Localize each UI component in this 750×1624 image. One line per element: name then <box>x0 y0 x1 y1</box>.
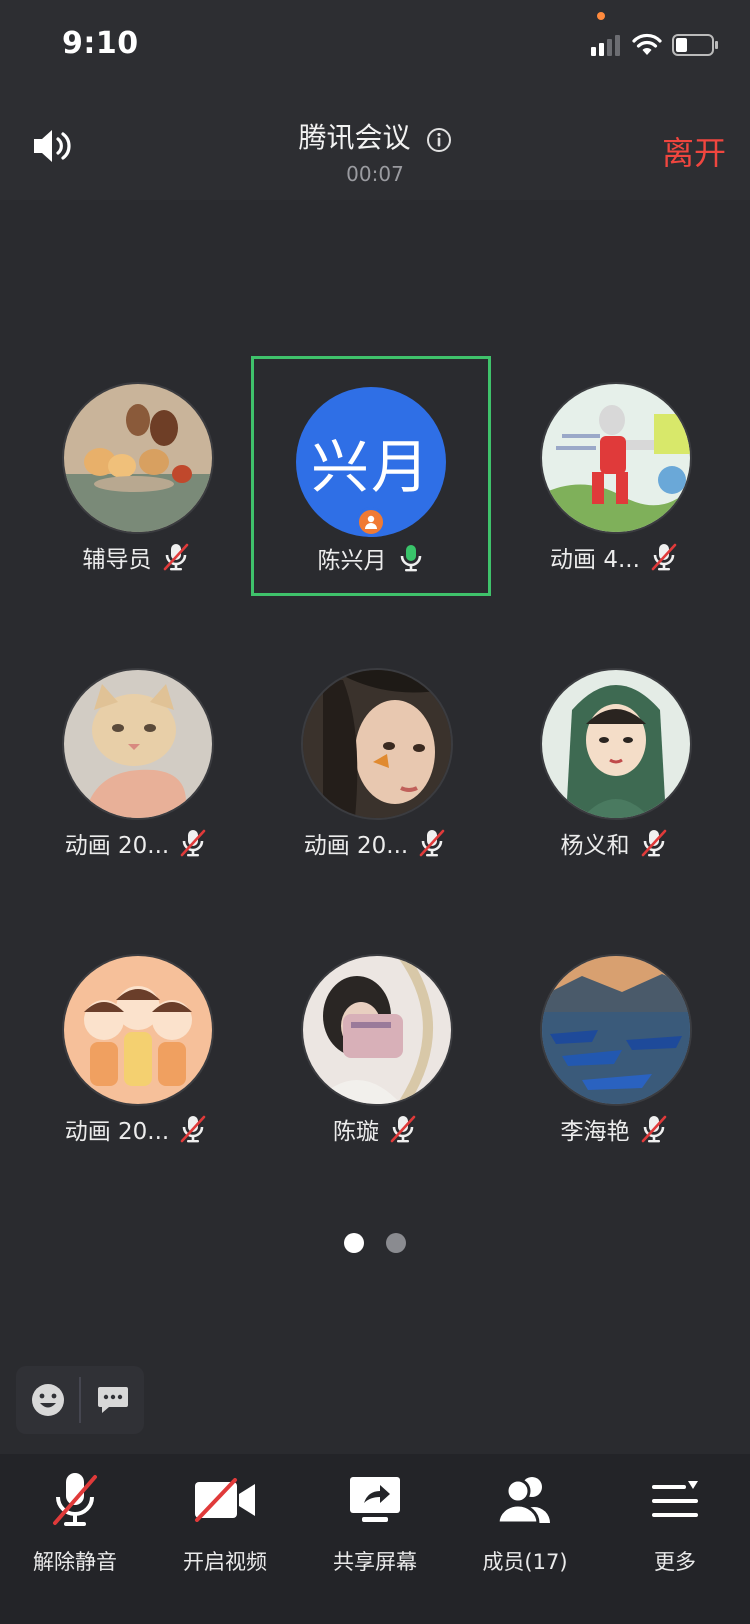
members-icon <box>493 1468 557 1532</box>
bottom-toolbar: 解除静音 开启视频 共享屏幕 成员(17) 更多 <box>0 1454 750 1624</box>
video-off-icon <box>193 1468 257 1532</box>
participant-tile[interactable]: 杨义和 <box>494 642 734 882</box>
host-badge-icon <box>356 507 386 537</box>
illustrated-woman-avatar-image <box>542 670 690 818</box>
start-video-button[interactable]: 开启视频 <box>150 1454 300 1576</box>
meeting-header: 腾讯会议 00:07 离开 <box>0 90 750 200</box>
participant-tile[interactable]: 动画 20... <box>255 642 495 882</box>
reaction-chat-bar <box>16 1366 144 1434</box>
boats-lake-avatar-image <box>542 956 690 1104</box>
avatar <box>301 954 453 1106</box>
participant-name-row: 辅导员 <box>16 540 256 574</box>
mic-muted-icon <box>651 543 677 571</box>
participant-name: 动画 20... <box>64 833 170 859</box>
cartoon-hero-avatar-image <box>542 384 690 532</box>
share-screen-button[interactable]: 共享屏幕 <box>300 1454 450 1576</box>
participant-name-row: 动画 20... <box>16 1112 256 1146</box>
mic-muted-icon <box>180 829 206 857</box>
members-label: 成员(17) <box>482 1550 568 1574</box>
avatar <box>540 668 692 820</box>
status-time: 9:10 <box>62 26 139 61</box>
avatar <box>301 668 453 820</box>
emoji-icon <box>31 1384 64 1416</box>
participant-name: 动画 20... <box>303 833 409 859</box>
mic-muted-icon <box>43 1468 107 1532</box>
page-dot-active[interactable] <box>344 1233 364 1253</box>
avatar <box>540 382 692 534</box>
cat-avatar-image <box>64 670 212 818</box>
wifi-icon <box>632 33 662 55</box>
meeting-timer: 00:07 <box>346 162 404 186</box>
start-video-label: 开启视频 <box>183 1550 267 1574</box>
mic-muted-icon <box>180 1115 206 1143</box>
participant-name-row: 陈兴月 <box>254 541 488 575</box>
participant-name: 陈璇 <box>333 1119 379 1145</box>
participant-name: 动画 20... <box>64 1119 170 1145</box>
cellular-signal-icon <box>591 35 620 56</box>
unmute-button[interactable]: 解除静音 <box>0 1454 150 1576</box>
participant-name-row: 陈璇 <box>255 1112 495 1146</box>
mic-muted-icon <box>163 543 188 571</box>
share-screen-label: 共享屏幕 <box>333 1550 417 1574</box>
meeting-title: 腾讯会议 <box>298 121 411 154</box>
unmute-label: 解除静音 <box>33 1550 117 1574</box>
participant-name-row: 杨义和 <box>494 826 734 860</box>
avatar <box>62 954 214 1106</box>
mic-muted-icon <box>641 829 666 857</box>
page-dot[interactable] <box>386 1233 406 1253</box>
participant-tile-active-speaker[interactable]: 兴月 陈兴月 <box>251 356 491 596</box>
mic-on-icon <box>400 545 421 572</box>
emoji-button[interactable] <box>16 1366 79 1434</box>
meeting-title-row[interactable]: 腾讯会议 <box>0 116 750 156</box>
participant-tile[interactable]: 动画 4... <box>494 356 734 596</box>
info-icon[interactable] <box>426 127 452 153</box>
participant-tile[interactable]: 陈璇 <box>255 928 495 1168</box>
participant-tile[interactable]: 动画 20... <box>16 928 256 1168</box>
participant-tile[interactable]: 辅导员 <box>16 356 256 596</box>
cartoon-trio-avatar-image <box>64 956 212 1104</box>
mirror-selfie-avatar-image <box>303 956 451 1104</box>
participant-name: 辅导员 <box>82 547 152 573</box>
participant-name-row: 动画 20... <box>255 826 495 860</box>
avatar <box>62 668 214 820</box>
page-indicator[interactable] <box>0 1233 750 1253</box>
participant-tile[interactable]: 动画 20... <box>16 642 256 882</box>
leave-button[interactable]: 离开 <box>662 128 726 174</box>
participant-name-row: 动画 4... <box>494 540 734 574</box>
mic-muted-icon <box>419 829 445 857</box>
share-screen-icon <box>343 1468 407 1532</box>
chat-bubble-icon <box>97 1387 128 1413</box>
status-icons <box>590 30 720 60</box>
mic-muted-icon <box>390 1115 416 1143</box>
battery-icon <box>672 34 718 56</box>
participant-name-row: 动画 20... <box>16 826 256 860</box>
more-button[interactable]: 更多 <box>600 1454 750 1576</box>
more-label: 更多 <box>654 1550 696 1574</box>
participant-name: 陈兴月 <box>317 548 387 574</box>
participant-name: 杨义和 <box>560 833 630 859</box>
chat-button[interactable] <box>81 1366 144 1434</box>
mic-muted-icon <box>641 1115 666 1143</box>
still-life-avatar-image <box>64 384 212 532</box>
participant-name: 李海艳 <box>560 1119 630 1145</box>
avatar <box>62 382 214 534</box>
avatar <box>540 954 692 1106</box>
status-bar: 9:10 <box>0 0 750 90</box>
more-menu-icon <box>643 1468 707 1532</box>
portrait-avatar-image <box>303 670 451 818</box>
participant-tile[interactable]: 李海艳 <box>494 928 734 1168</box>
recording-indicator-dot <box>597 12 605 20</box>
members-button[interactable]: 成员(17) <box>450 1454 600 1576</box>
participant-name: 动画 4... <box>550 547 640 573</box>
participant-name-row: 李海艳 <box>494 1112 734 1146</box>
